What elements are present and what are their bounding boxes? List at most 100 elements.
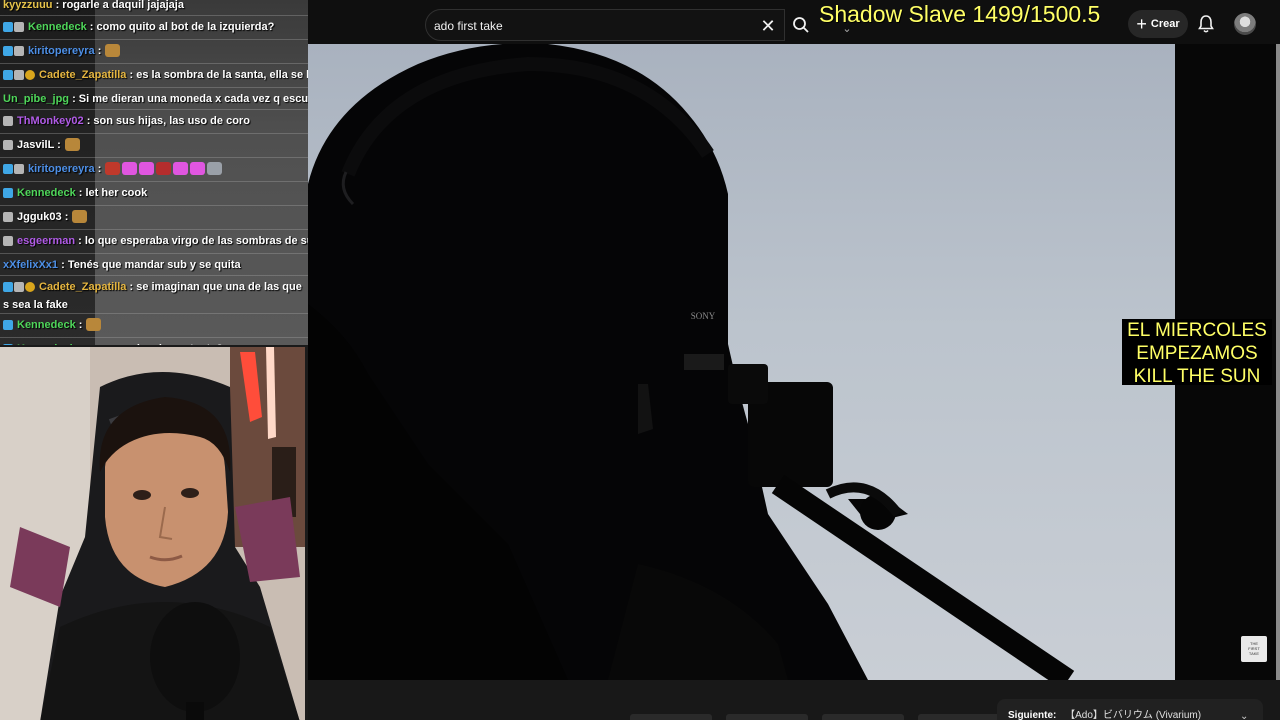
chat-badges [3,281,36,297]
chat-message: Cadete_Zapatilla : es la sombra de la sa… [0,64,308,88]
sub-badge-icon [3,212,13,222]
bottom-chips [630,714,1010,720]
sub-badge-icon [14,46,24,56]
prime-badge-icon [3,46,13,56]
chat-message: esgeerman : lo que esperaba virgo de las… [0,230,308,254]
chat-emote-icon [139,162,155,175]
chat-emote-icon [190,162,206,175]
chat-username[interactable]: Kennedeck [28,21,87,33]
chat-emote-icon [72,210,88,223]
create-button-label: Crear [1150,18,1180,30]
chat-separator: : [83,115,94,127]
chat-username[interactable]: Cadete_Zapatilla [39,281,126,293]
chat-overlay: kyyzzuuu : rogarle a daquil jajajaja Kenn… [0,0,308,345]
search-box[interactable]: ✕ [425,9,785,41]
chevron-down-icon[interactable]: ⌄ [1240,711,1248,720]
chat-badges [3,211,14,227]
chat-badges [3,21,25,37]
create-button[interactable]: + Crear [1128,10,1188,38]
chat-username[interactable]: kiritopereyra [28,163,95,175]
chat-message: kiritopereyra : [0,158,308,182]
close-icon[interactable]: ✕ [758,16,778,36]
sub-badge-icon [14,282,24,292]
chat-badges [3,69,36,85]
chat-username[interactable]: kiritopereyra [28,45,95,57]
chat-message: Kennedeck : let her cook [0,182,308,206]
chat-message: Un_pibe_jpg : Si me dieran una moneda x … [0,88,308,110]
chat-emote-icon [156,162,172,175]
chat-username[interactable]: ThMonkey02 [17,115,84,127]
announcement-line-1: EL MIERCOLES [1127,320,1267,341]
chat-message-text: Si me dieran una moneda x cada vez q esc… [78,93,308,105]
chat-username[interactable]: Un_pibe_jpg [3,93,69,105]
chat-message: Jgguk03 : [0,206,308,230]
chat-separator: : [58,259,68,271]
prime-badge-icon [3,188,13,198]
prime-badge-icon [3,70,13,80]
chat-badges [3,319,14,335]
chat-message-text: lo que esperaba virgo de las sombras de … [84,235,308,247]
user-avatar[interactable] [1234,13,1256,35]
chat-separator: : [75,235,85,247]
bell-icon [1198,15,1214,33]
bits-badge-icon [25,70,35,80]
up-next-bar[interactable]: Siguiente: 【Ado】ビバリウム (Vivarium) [997,699,1263,720]
chat-separator: : [126,281,137,293]
prime-badge-icon [3,164,13,174]
chat-emote-icon [64,138,80,151]
the-first-take-logo: THE FIRST TAKE [1241,636,1267,662]
sub-badge-icon [14,70,24,80]
chat-username[interactable]: Kennedeck [17,187,76,199]
search-button[interactable] [786,9,816,41]
bits-badge-icon [25,282,35,292]
chat-username[interactable]: esgeerman [17,235,75,247]
webcam-image [0,347,305,720]
chat-username[interactable]: Kennedeck [17,319,76,331]
chat-separator: : [94,163,105,175]
chat-emote-icon [207,162,223,175]
chat-username[interactable]: Jgguk03 [17,211,62,223]
chat-message: kyyzzuuu : rogarle a daquil jajajaja [0,0,308,16]
sub-badge-icon [3,236,13,246]
chat-username[interactable]: kyyzzuuu [3,0,53,11]
chat-message: Cadete_Zapatilla : se imaginan que una d… [0,276,308,314]
chat-separator: : [94,45,105,57]
chat-separator: : [69,93,79,105]
prime-badge-icon [3,282,13,292]
sub-badge-icon [14,164,24,174]
notifications-button[interactable] [1195,13,1217,35]
chat-message: ThMonkey02 : son sus hijas, las uso de c… [0,110,308,134]
sub-badge-icon [3,140,13,150]
chat-username[interactable]: xXfelixXx1 [3,259,58,271]
search-icon [793,17,809,33]
chat-emote-icon [105,44,121,57]
announcement-line-2: EMPEZAMOS [1136,343,1258,364]
chat-separator: : [52,0,63,11]
chat-badges [3,139,14,155]
chat-badges [3,163,25,179]
chat-message: Kennedeck : [0,314,308,338]
video-frame: SONY [308,44,1075,680]
chat-emote-icon [122,162,138,175]
chat-emote-icon [86,318,102,331]
chat-username[interactable]: Cadete_Zapatilla [39,69,126,81]
chat-message: Kennedeck : como quito al bot de la izqu… [0,16,308,40]
chat-message: xXfelixXx1 : Tenés que mandar sub y se q… [0,254,308,276]
chat-message: kiritopereyra : [0,40,308,64]
video-player[interactable]: SONY [308,44,1175,680]
chat-username[interactable]: JasvilL [17,139,54,151]
page-scrollbar[interactable] [1276,44,1280,680]
sub-badge-icon [3,116,13,126]
sub-badge-icon [14,22,24,32]
prime-badge-icon [3,320,13,330]
chat-badges [3,235,14,251]
chat-badges [3,45,25,61]
chat-message: Kennedeck : q es anonima la cantante? [0,338,308,345]
camera-brand-label: SONY [691,311,716,321]
stream-announcement: EL MIERCOLES EMPEZAMOS KILL THE SUN [1122,319,1272,387]
announcement-line-3: KILL THE SUN [1133,366,1261,387]
up-next-title: 【Ado】ビバリウム (Vivarium) [1065,710,1202,720]
streamer-webcam [0,345,308,720]
chat-emote-icon [105,162,121,175]
search-input[interactable] [434,17,744,35]
